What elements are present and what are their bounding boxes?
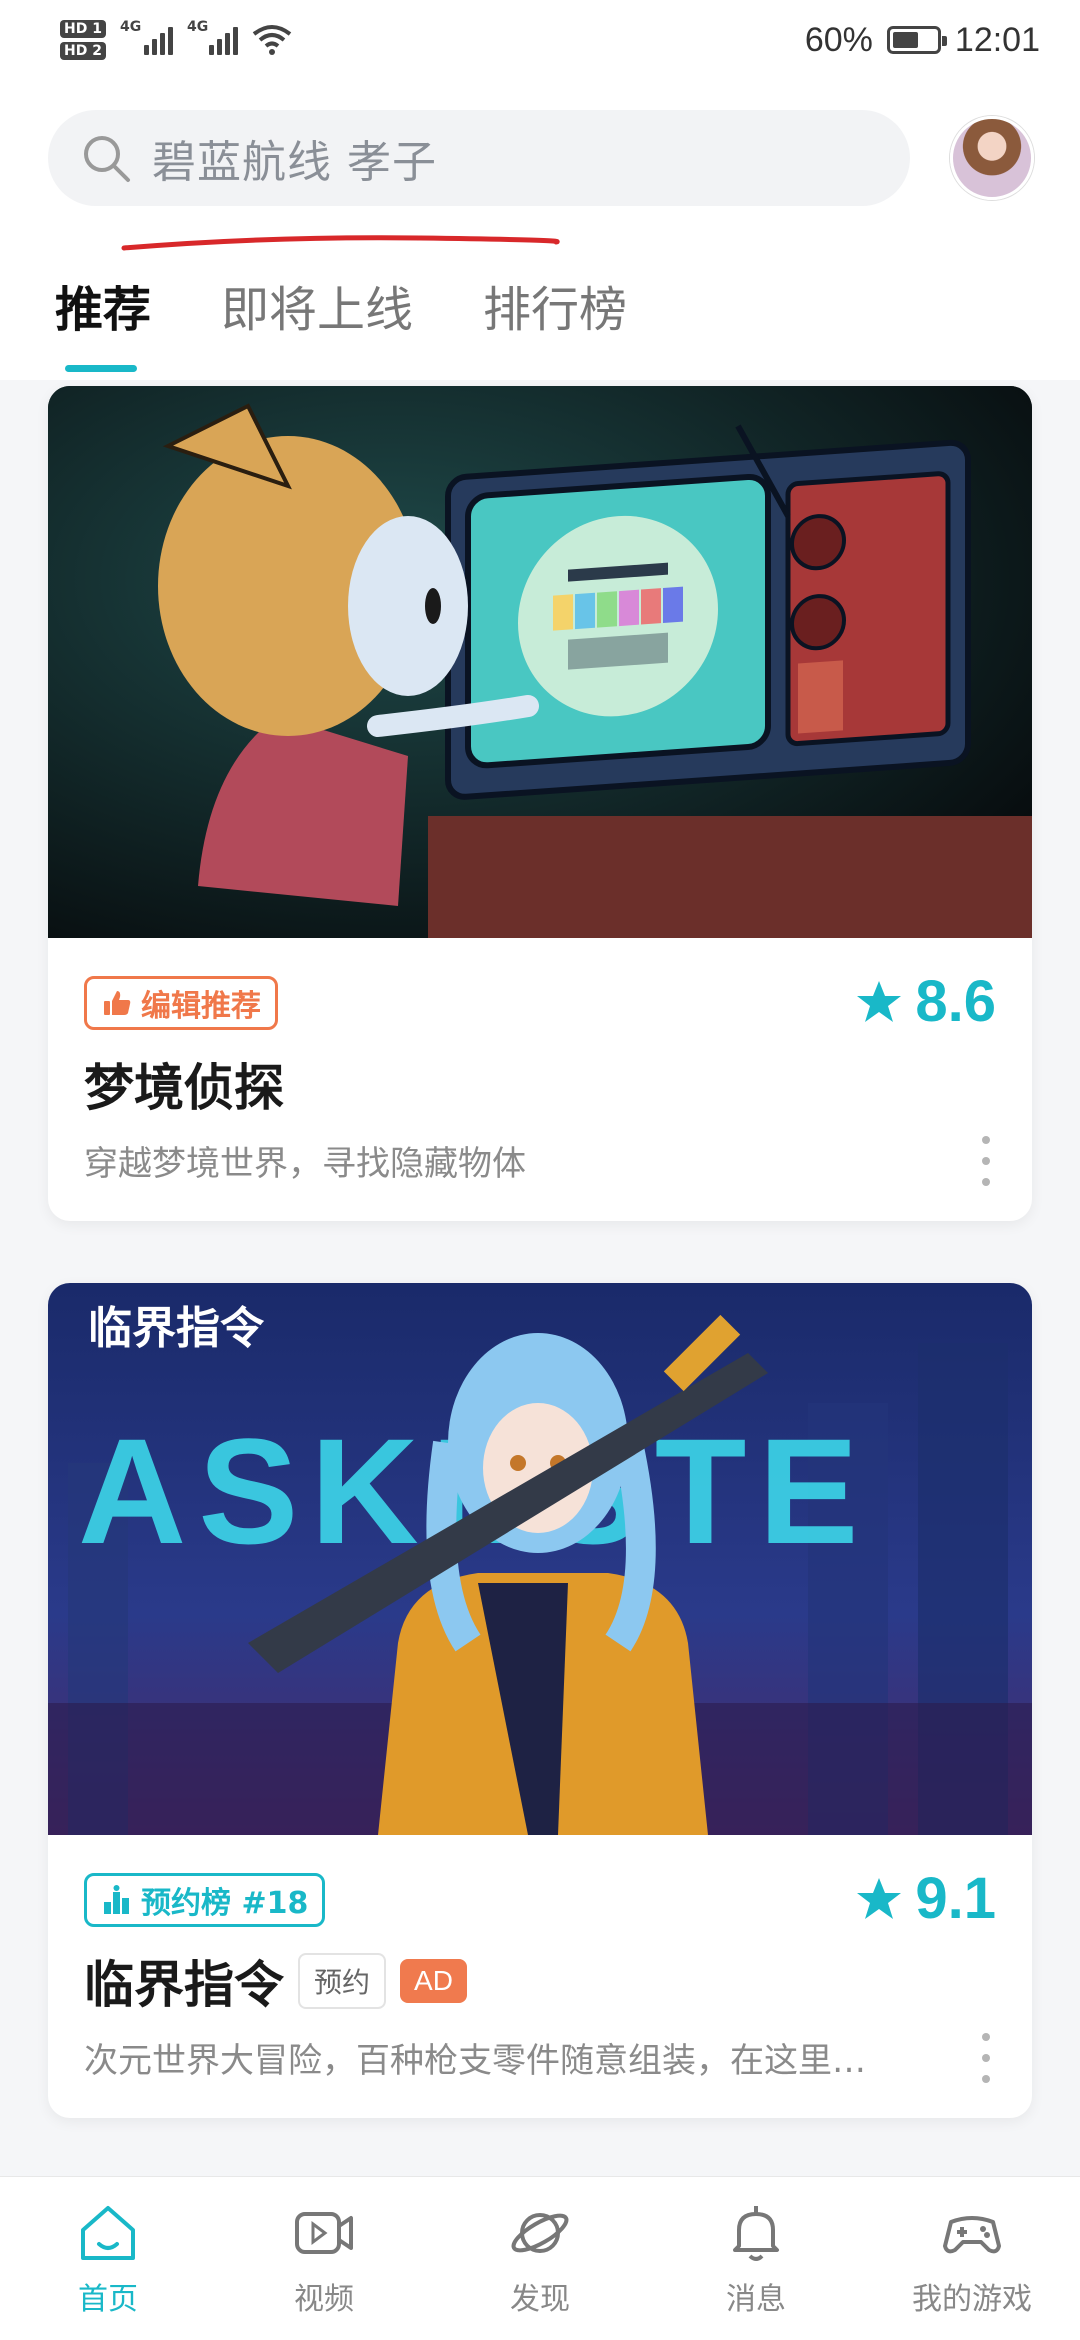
signal-type-label: 4G (186, 19, 209, 35)
game-title[interactable]: 临界指令 (84, 1945, 284, 2017)
tab-recommend[interactable]: 推荐 (55, 270, 151, 372)
rank-bars-icon (104, 1885, 129, 1914)
battery-percent: 60% (804, 20, 873, 59)
nav-discover[interactable]: 发现 (450, 2200, 630, 2318)
search-icon (84, 136, 130, 182)
star-icon (857, 980, 902, 1022)
game-banner[interactable]: ASKESTE 临界指令 (48, 1283, 1032, 1835)
bottom-nav: 首页 视频 发现 消息 我的游戏 (0, 2176, 1080, 2340)
title-row: 梦境侦探 (84, 1048, 284, 1120)
more-options-icon[interactable] (976, 2033, 996, 2083)
battery-icon (886, 26, 947, 54)
signal-type-label: 4G (119, 19, 142, 35)
game-card[interactable]: ASKESTE 临界指令 预约榜 #18 (48, 1283, 1032, 2118)
top-area: 碧蓝航线 孝子 推荐 即将上线 排行榜 (0, 80, 1080, 380)
reserve-chip: 预约 (298, 1953, 387, 2009)
battery-fill (892, 32, 919, 48)
card-info: 编辑推荐 8.6 梦境侦探 穿越梦境世界，寻找隐藏物体 (48, 938, 1032, 1221)
title-row: 临界指令 预约 AD (84, 1945, 467, 2017)
tag-label: 编辑推荐 (141, 989, 261, 1024)
reservation-rank-badge: 预约榜 #18 (84, 1873, 326, 1927)
nav-video[interactable]: 视频 (234, 2200, 414, 2318)
status-right: 60% 12:01 (805, 21, 1040, 60)
home-icon (81, 2205, 135, 2260)
game-description: 穿越梦境世界，寻找隐藏物体 (84, 1144, 526, 1184)
video-icon (295, 2211, 353, 2254)
status-left: HD 1 HD 2 4G 4G (60, 19, 292, 60)
nav-label: 我的游戏 (912, 2281, 1032, 2317)
game-description: 次元世界大冒险，百种枪支零件随意组装，在这里… (84, 2041, 866, 2081)
rating-value: 9.1 (915, 1866, 996, 1931)
game-title[interactable]: 梦境侦探 (84, 1048, 284, 1120)
game-banner[interactable] (48, 386, 1032, 938)
rating-value: 8.6 (915, 969, 996, 1034)
status-bar: HD 1 HD 2 4G 4G 60% 12:01 (0, 0, 1080, 80)
planet-icon (511, 2212, 569, 2253)
bell-icon (733, 2205, 779, 2261)
more-options-icon[interactable] (976, 1136, 996, 1186)
ad-badge: AD (400, 1959, 467, 2003)
thumbs-up-icon (104, 991, 131, 1015)
nav-label: 视频 (294, 2281, 354, 2317)
search-placeholder: 碧蓝航线 孝子 (152, 137, 437, 188)
signal-icon: 4G (187, 19, 238, 55)
game-card[interactable]: 编辑推荐 8.6 梦境侦探 穿越梦境世界，寻找隐藏物体 (48, 386, 1032, 1221)
clock: 12:01 (954, 20, 1040, 59)
hd-indicators: HD 1 HD 2 (60, 20, 106, 60)
wifi-icon (252, 25, 292, 55)
avatar[interactable] (950, 116, 1034, 200)
red-annotation-underline (121, 235, 560, 251)
dream-detective-banner-image (48, 386, 1032, 938)
tab-upcoming[interactable]: 即将上线 (221, 270, 413, 340)
nav-label: 消息 (726, 2281, 786, 2317)
nav-messages[interactable]: 消息 (666, 2200, 846, 2318)
banner-logo: 临界指令 (88, 1303, 265, 1354)
nav-my-games[interactable]: 我的游戏 (882, 2200, 1062, 2318)
card-info: 预约榜 #18 9.1 临界指令 预约 AD 次元世界大冒险，百种枪支零件随意组… (48, 1835, 1032, 2118)
star-icon (857, 1877, 902, 1919)
gamepad-icon (943, 2215, 1001, 2253)
nav-home[interactable]: 首页 (18, 2200, 198, 2318)
rating: 8.6 (855, 968, 996, 1035)
tab-ranking[interactable]: 排行榜 (483, 270, 627, 340)
rating: 9.1 (855, 1865, 996, 1932)
tab-bar: 推荐 即将上线 排行榜 (55, 270, 627, 372)
hd2-badge: HD 2 (60, 42, 106, 60)
hd1-badge: HD 1 (60, 20, 106, 38)
search-input[interactable]: 碧蓝航线 孝子 (48, 110, 910, 206)
nav-label: 首页 (78, 2281, 138, 2317)
editor-pick-badge: 编辑推荐 (84, 976, 278, 1030)
critical-command-banner-image: ASKESTE 临界指令 (48, 1283, 1032, 1835)
nav-label: 发现 (510, 2281, 570, 2317)
signal-icon: 4G (120, 19, 173, 55)
tag-label: 预约榜 #18 (141, 1886, 309, 1921)
